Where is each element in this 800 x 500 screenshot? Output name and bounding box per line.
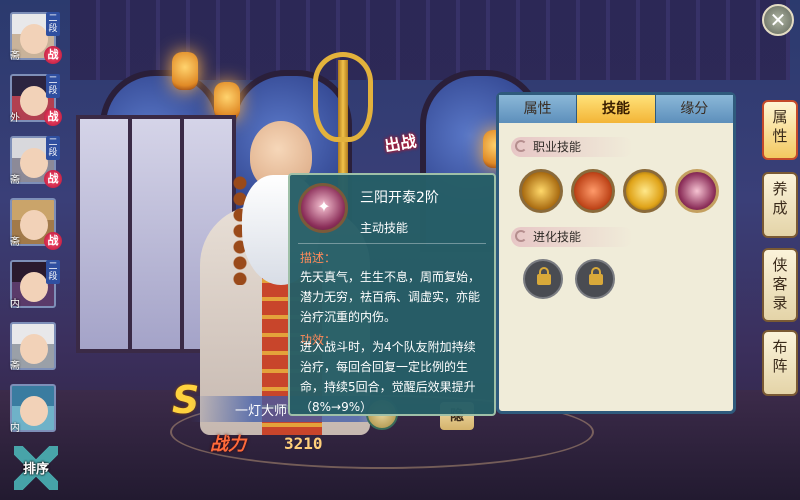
side-tab-label: 养成 (772, 180, 788, 217)
panel-tabs: 属性 技能 缘分 (499, 95, 733, 123)
rank-badge: 二段 (46, 12, 60, 36)
battle-badge: 战 (44, 170, 62, 188)
lock-icon[interactable] (575, 259, 615, 299)
career-skills-label: 职业技能 (533, 140, 582, 154)
side-tab-attributes[interactable]: 属性 (762, 100, 798, 160)
hero-name: 一灯大师 (235, 404, 288, 419)
lock-icon[interactable] (523, 259, 563, 299)
side-tab-label: 属性 (772, 108, 788, 145)
golden-slash-icon[interactable] (519, 169, 563, 213)
faction-badge: 斋 (10, 361, 20, 372)
tab-skills[interactable]: 技能 (577, 95, 656, 123)
side-tab-hero-record[interactable]: 侠客录 (762, 248, 798, 322)
divider (298, 243, 486, 244)
career-skills-title: 职业技能 (511, 137, 633, 157)
skill-tooltip: ✦ 三阳开泰2阶 主动技能 描述： 先天真气，生生不息，周而复始，潜力无穷，祛百… (288, 173, 496, 416)
deer-skill-icon: ✦ (298, 183, 348, 233)
faction-badge: 斋 (10, 175, 20, 186)
evolve-skills-label: 进化技能 (533, 230, 582, 244)
team-slot[interactable]: 斋 战 (6, 194, 64, 250)
rank-badge: 二段 (46, 74, 60, 98)
folding-screen (128, 115, 184, 353)
citrus-wheel-icon[interactable] (623, 169, 667, 213)
folding-screen (76, 115, 132, 353)
evolve-skills-title: 进化技能 (511, 227, 633, 247)
side-tab-training[interactable]: 养成 (762, 172, 798, 238)
swirl-icon (515, 140, 527, 152)
description-label: 描述： (300, 251, 337, 265)
battle-badge: 战 (44, 46, 62, 64)
effect-text: 进入战斗时，为4个队友附加持续治疗，每回合回复一定比例的生命，持续5回合，觉醒后… (300, 340, 476, 414)
skill-name: 三阳开泰2阶 (360, 190, 439, 206)
power-label: 战力 (210, 434, 246, 455)
battle-badge: 战 (44, 232, 62, 250)
side-tab-label: 侠客录 (772, 256, 788, 312)
faction-badge: 斋 (10, 237, 20, 248)
tab-fate[interactable]: 缘分 (655, 95, 733, 123)
sort-label: 排序 (22, 462, 49, 477)
skill-type: 主动技能 (360, 221, 409, 235)
swirl-icon (515, 230, 527, 242)
deer-skill-icon[interactable] (675, 169, 719, 213)
description-text: 先天真气，生生不息，周而复始，潜力无穷，祛百病、调虚实，亦能治疗沉重的内伤。 (300, 270, 481, 324)
rank-badge: 二段 (46, 260, 60, 284)
team-slot[interactable]: 二段 斋 战 (6, 132, 64, 188)
skill-panel: 属性 技能 缘分 职业技能 进化技能 (496, 92, 736, 414)
rank-badge: 二段 (46, 136, 60, 160)
side-tab-label: 布阵 (772, 338, 788, 375)
team-slot[interactable]: 二段 内 (6, 256, 64, 312)
lotus-flame-icon[interactable] (571, 169, 615, 213)
faction-badge: 斋 (10, 51, 20, 62)
lantern-icon (172, 52, 198, 90)
team-slot[interactable]: 内 (6, 380, 64, 436)
close-button[interactable]: ✕ (762, 4, 794, 36)
faction-badge: 内 (10, 423, 20, 434)
battle-badge: 战 (44, 108, 62, 126)
sort-button[interactable]: 排序 (14, 446, 58, 490)
power-value: 3210 (284, 434, 323, 453)
tab-attributes[interactable]: 属性 (499, 95, 578, 123)
faction-badge: 外 (10, 113, 20, 124)
faction-badge: 内 (10, 299, 20, 310)
team-slot[interactable]: 二段 外 战 (6, 70, 64, 126)
side-tab-formation[interactable]: 布阵 (762, 330, 798, 396)
team-slot[interactable]: 二段 斋 战 (6, 8, 64, 64)
team-slot[interactable]: 斋 (6, 318, 64, 374)
